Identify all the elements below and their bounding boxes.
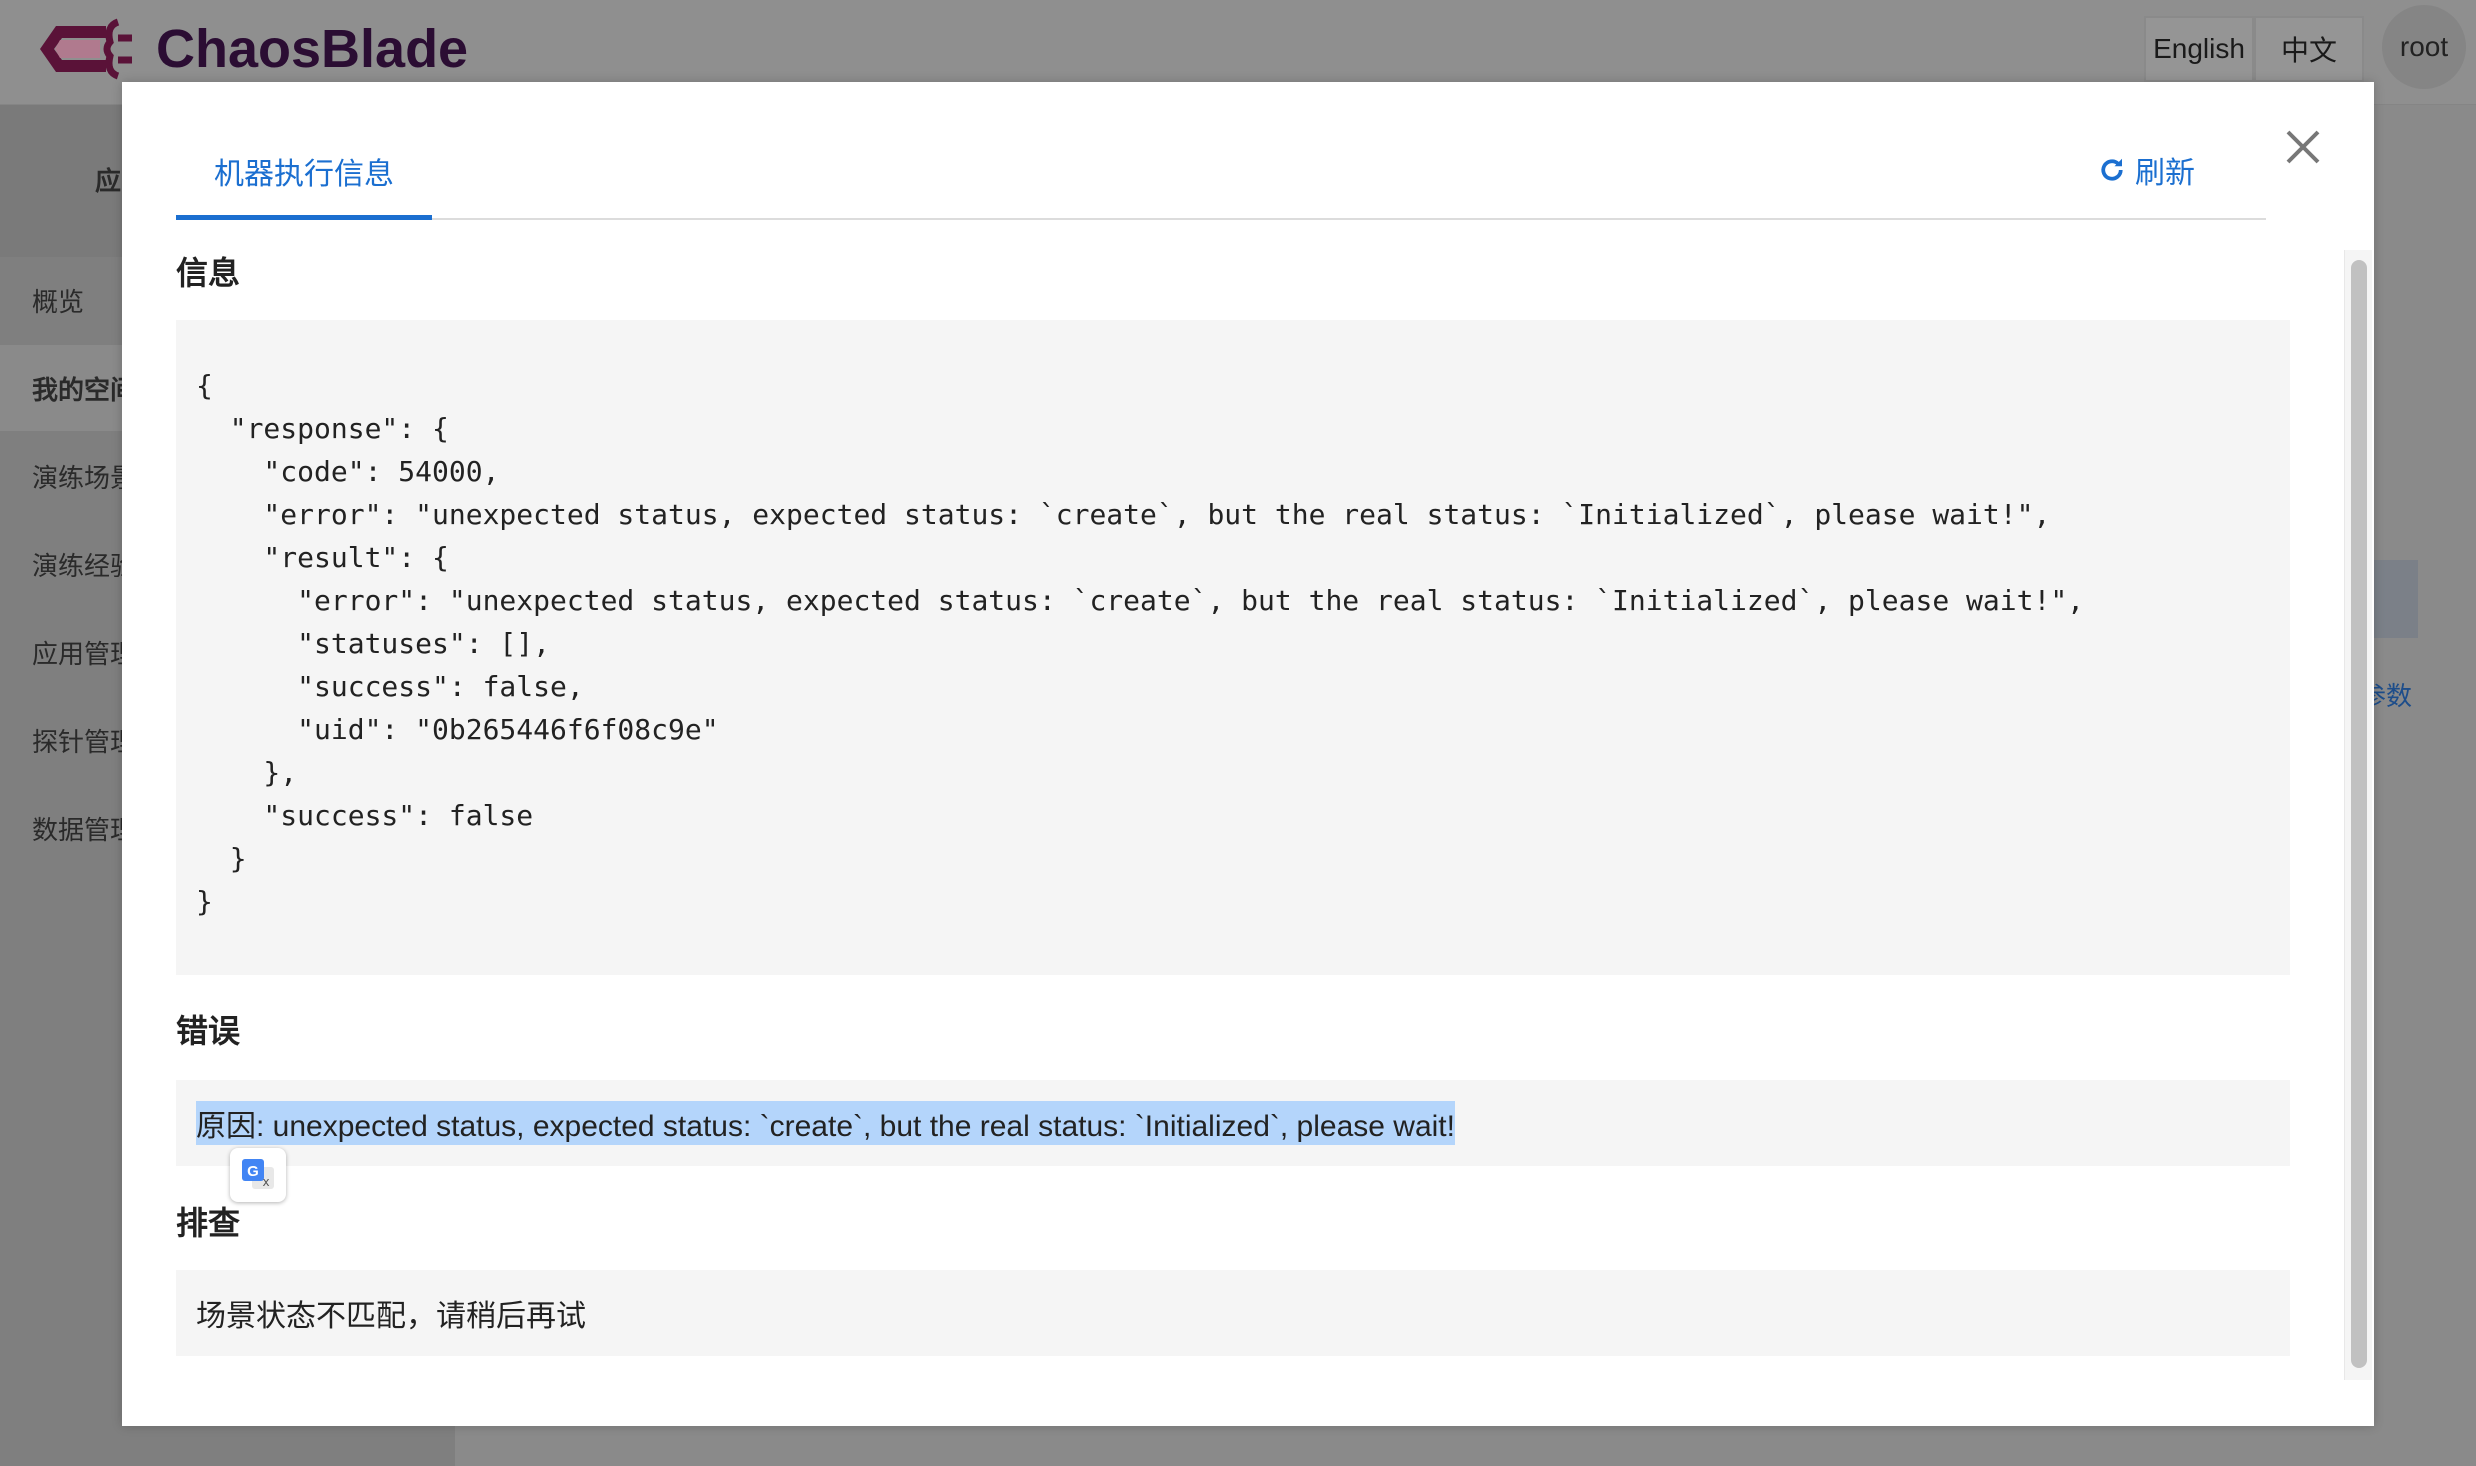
- chaosblade-logo-icon: [40, 18, 132, 80]
- chaosblade-logo[interactable]: ChaosBlade: [34, 18, 468, 80]
- execution-info-dialog: 机器执行信息 刷新 信息 { "response": { "code": 540…: [122, 82, 2374, 1426]
- google-translate-icon: G x: [242, 1159, 274, 1189]
- page-content-background: [2374, 105, 2476, 1466]
- troubleshoot-heading: 排查: [176, 1205, 241, 1241]
- svg-text:G: G: [247, 1163, 259, 1180]
- info-json-block: { "response": { "code": 54000, "error": …: [176, 320, 2290, 975]
- scrollbar-thumb[interactable]: [2351, 260, 2367, 1368]
- tab-bar: 机器执行信息: [176, 122, 2266, 220]
- tab-machine-execution-info[interactable]: 机器执行信息: [176, 122, 432, 220]
- info-heading: 信息: [176, 255, 241, 291]
- user-avatar[interactable]: root: [2382, 5, 2466, 89]
- error-box: 原因: unexpected status, expected status: …: [176, 1080, 2290, 1166]
- troubleshoot-text: 场景状态不匹配，请稍后再试: [196, 1300, 586, 1333]
- chinese-button[interactable]: 中文: [2254, 16, 2364, 82]
- error-heading: 错误: [176, 1013, 241, 1049]
- sidebar-top-label: 应: [95, 166, 122, 196]
- svg-text:x: x: [262, 1175, 269, 1189]
- brand-name: ChaosBlade: [156, 19, 469, 79]
- refresh-icon: [2101, 158, 2123, 181]
- troubleshoot-box: 场景状态不匹配，请稍后再试: [176, 1270, 2290, 1356]
- close-icon[interactable]: [2280, 124, 2326, 170]
- refresh-label: 刷新: [2135, 157, 2195, 190]
- english-button[interactable]: English: [2144, 16, 2254, 82]
- translate-popup-button[interactable]: G x: [230, 1148, 286, 1202]
- refresh-button[interactable]: 刷新: [2097, 148, 2195, 192]
- background-selected-row: [2374, 560, 2418, 638]
- dialog-scrollbar[interactable]: [2344, 250, 2372, 1380]
- error-reason-text: 原因: unexpected status, expected status: …: [196, 1101, 1455, 1145]
